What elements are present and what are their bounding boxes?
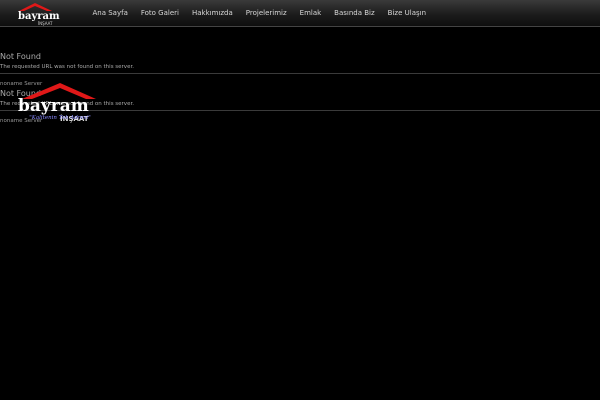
logo-brand-text: bayram <box>18 96 89 116</box>
nav-bize-ulasin[interactable]: Bize Ulaşın <box>381 0 432 26</box>
logo-slogan: "Kalitenin Tek Adresi" <box>29 115 91 121</box>
logo-sub-text: İNŞAAT <box>38 21 53 26</box>
nav-basinda-biz[interactable]: Basında Biz <box>328 0 382 26</box>
main-nav: Ana Sayfa Foto Galeri Hakkımızda Projele… <box>86 0 433 26</box>
error-title: Not Found <box>0 52 41 61</box>
nav-ana-sayfa[interactable]: Ana Sayfa <box>86 0 134 26</box>
nav-hakkimizda[interactable]: Hakkımızda <box>185 0 239 26</box>
bayram-insaat-logo-icon[interactable]: bayram İNŞAAT <box>16 82 100 128</box>
nav-emlak[interactable]: Emlak <box>293 0 328 26</box>
nav-projelerimiz[interactable]: Projelerimiz <box>239 0 293 26</box>
bayram-logo-icon[interactable]: bayram İNŞAAT <box>16 2 62 26</box>
divider <box>0 73 600 74</box>
error-message: The requested URL was not found on this … <box>0 64 134 70</box>
nav-foto-galeri[interactable]: Foto Galeri <box>134 0 185 26</box>
top-navigation-bar: bayram İNŞAAT Ana Sayfa Foto Galeri Hakk… <box>0 0 600 27</box>
